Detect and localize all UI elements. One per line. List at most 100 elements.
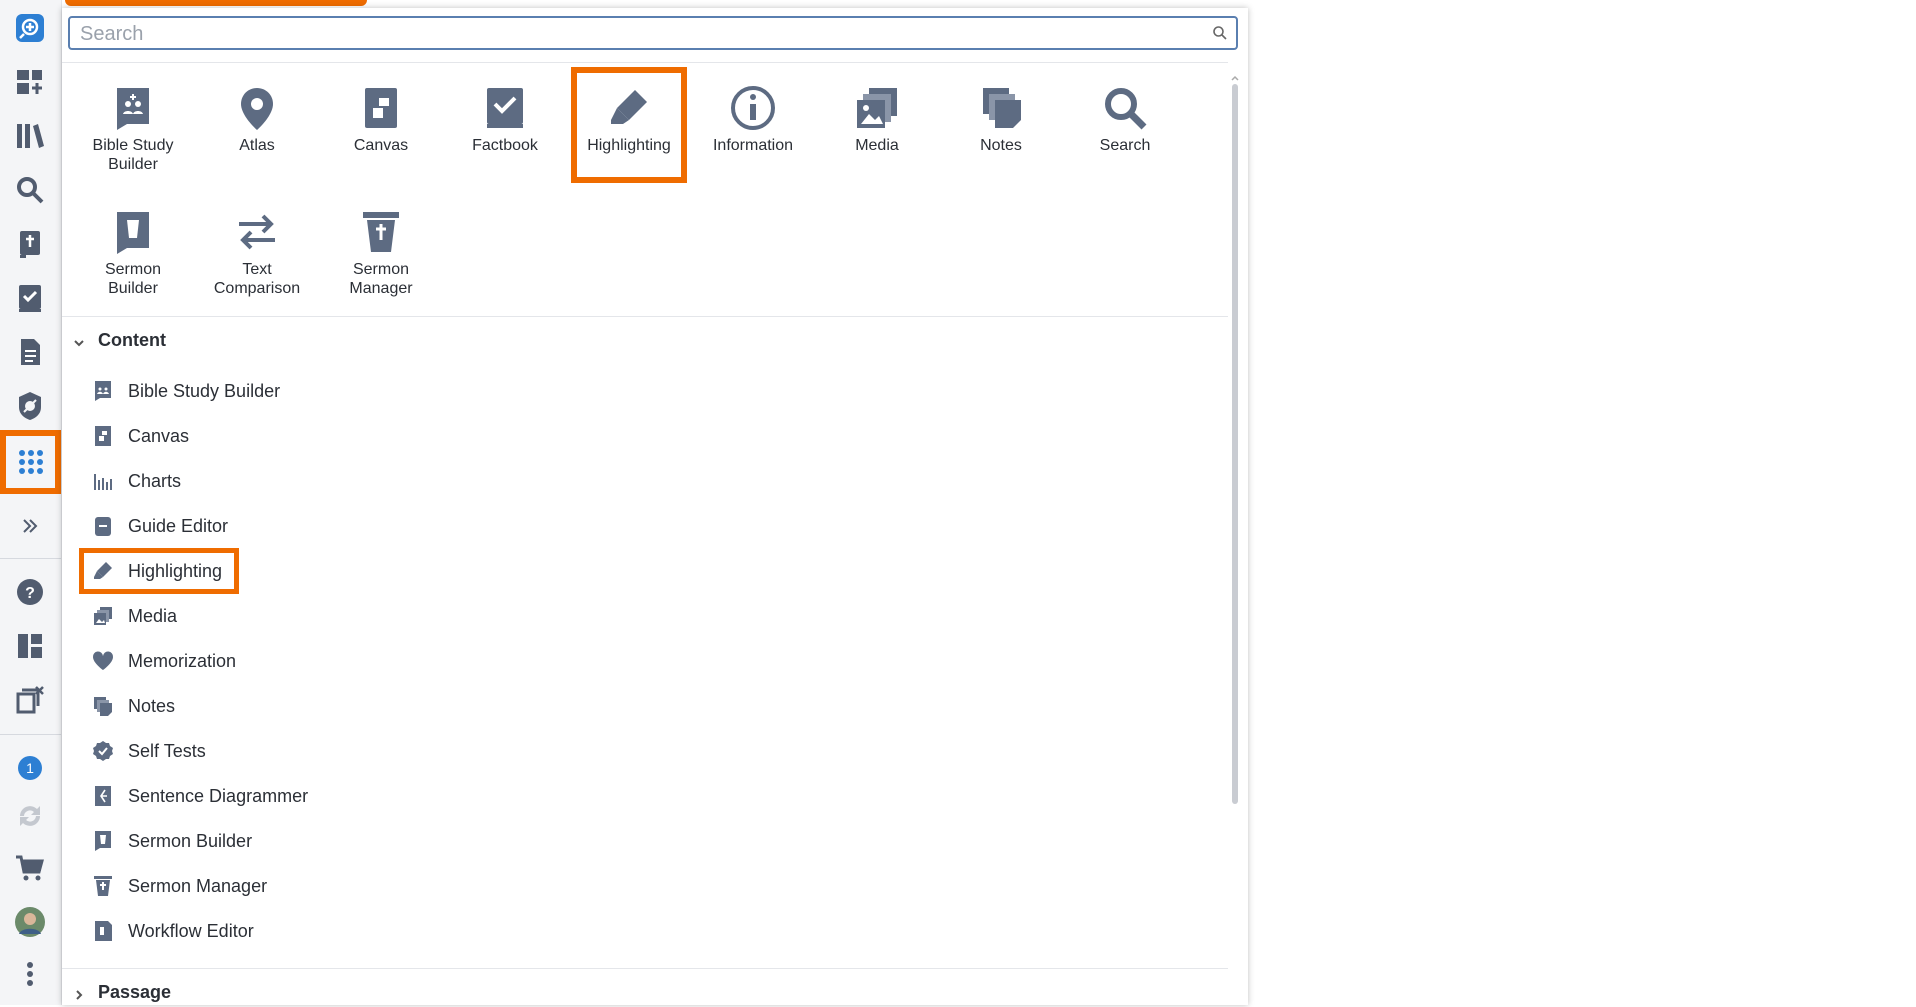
section-content-header[interactable]: Content <box>72 330 166 351</box>
help-icon[interactable]: ? <box>8 570 52 614</box>
tool-notes[interactable]: Notes <box>946 70 1056 180</box>
list-item[interactable]: Sermon Manager <box>92 868 267 904</box>
section-passage-header[interactable]: Passage <box>72 982 171 1003</box>
tool-label: Information <box>712 137 794 154</box>
list-item[interactable]: Notes <box>92 688 175 724</box>
canvas-icon <box>92 425 114 447</box>
cart-icon[interactable] <box>8 846 52 890</box>
add-layout-icon[interactable] <box>8 60 52 104</box>
checklist-icon[interactable] <box>8 276 52 320</box>
list-item[interactable]: Charts <box>92 463 181 499</box>
notes-icon <box>977 84 1025 132</box>
chevron-up-icon[interactable] <box>1230 70 1240 81</box>
tool-label: Canvas <box>353 137 409 154</box>
divider <box>62 316 1228 317</box>
sermon-builder-icon <box>92 830 114 852</box>
list-item-label: Sermon Builder <box>128 830 253 851</box>
highlighter-icon <box>605 84 653 132</box>
list-item-label: Charts <box>128 470 182 491</box>
tool-label: Sermon Manager <box>349 261 413 297</box>
close-panels-icon[interactable] <box>8 678 52 722</box>
search-icon[interactable] <box>8 168 52 212</box>
tool-label: Text Comparison <box>213 261 301 297</box>
search-input[interactable] <box>78 22 1202 46</box>
search-box[interactable] <box>68 16 1238 50</box>
self-tests-icon <box>92 740 114 762</box>
expand-icon[interactable] <box>8 504 52 548</box>
list-item[interactable]: Bible Study Builder <box>92 373 280 409</box>
list-item[interactable]: Canvas <box>92 418 189 454</box>
more-icon[interactable] <box>8 952 52 996</box>
text-comparison-icon <box>233 208 281 256</box>
canvas-icon <box>357 84 405 132</box>
list-item[interactable]: Sentence Diagrammer <box>92 778 308 814</box>
list-item-label: Notes <box>128 695 176 716</box>
bible-study-builder-icon <box>109 84 157 132</box>
shield-icon[interactable] <box>8 384 52 428</box>
tool-media[interactable]: Media <box>822 70 932 180</box>
list-item-label: Workflow Editor <box>128 920 254 941</box>
tool-information[interactable]: Information <box>698 70 808 180</box>
guide-editor-icon <box>92 515 114 537</box>
search-icon[interactable] <box>1212 25 1228 41</box>
bible-icon[interactable] <box>8 222 52 266</box>
tool-sermon-manager[interactable]: Sermon Manager <box>326 194 436 304</box>
apps-grid-icon[interactable] <box>0 430 61 494</box>
library-icon[interactable] <box>8 114 52 158</box>
tool-atlas[interactable]: Atlas <box>202 70 312 180</box>
tool-label: Media <box>855 137 899 154</box>
chevron-right-icon <box>72 986 86 1000</box>
list-item[interactable]: Guide Editor <box>92 508 228 544</box>
logo-icon[interactable] <box>8 6 52 50</box>
tool-label: Sermon Builder <box>104 261 162 297</box>
tool-search[interactable]: Search <box>1070 70 1180 180</box>
list-item[interactable]: Sermon Builder <box>92 823 252 859</box>
divider <box>62 968 1228 969</box>
section-title: Content <box>98 330 166 350</box>
tool-label: Factbook <box>472 137 538 154</box>
document-icon[interactable] <box>8 330 52 374</box>
information-icon <box>729 84 777 132</box>
sync-icon[interactable] <box>8 794 52 838</box>
section-title: Passage <box>98 982 172 1002</box>
atlas-icon <box>233 84 281 132</box>
tool-label: Atlas <box>239 137 275 154</box>
list-item-label: Memorization <box>128 650 237 671</box>
notification-count: 1 <box>26 760 34 776</box>
list-item[interactable]: Workflow Editor <box>92 913 254 949</box>
tool-highlighting[interactable]: Highlighting <box>571 67 687 183</box>
scrollbar[interactable] <box>1230 70 1240 810</box>
divider <box>62 62 1228 63</box>
tool-factbook[interactable]: Factbook <box>450 70 560 180</box>
tool-label: Bible Study Builder <box>92 137 174 173</box>
active-tab-indicator <box>65 0 367 6</box>
tool-text-comparison[interactable]: Text Comparison <box>202 194 312 304</box>
avatar[interactable] <box>8 900 52 944</box>
heart-icon <box>92 650 114 672</box>
scroll-thumb[interactable] <box>1232 84 1238 804</box>
highlighter-icon <box>92 560 114 582</box>
layouts-icon[interactable] <box>8 624 52 668</box>
list-item[interactable]: Memorization <box>92 643 236 679</box>
tool-canvas[interactable]: Canvas <box>326 70 436 180</box>
list-item-label: Guide Editor <box>128 515 229 536</box>
notification-icon[interactable]: 1 <box>8 746 52 790</box>
tool-label: Highlighting <box>587 137 671 154</box>
sermon-manager-icon <box>357 208 405 256</box>
tool-bible-study-builder[interactable]: Bible Study Builder <box>78 70 188 180</box>
tool-sermon-builder[interactable]: Sermon Builder <box>78 194 188 304</box>
list-item-label: Bible Study Builder <box>128 380 281 401</box>
tool-label: Search <box>1099 137 1151 154</box>
list-item-label: Media <box>128 605 178 626</box>
factbook-icon <box>481 84 529 132</box>
sentence-diagrammer-icon <box>92 785 114 807</box>
rail-divider <box>0 734 61 735</box>
list-item-label: Highlighting <box>128 560 223 581</box>
list-item-label: Sentence Diagrammer <box>128 785 309 806</box>
tool-label: Notes <box>980 137 1022 154</box>
list-item[interactable]: Self Tests <box>92 733 206 769</box>
list-item[interactable]: Highlighting <box>78 548 240 594</box>
notes-icon <box>92 695 114 717</box>
list-item[interactable]: Media <box>92 598 177 634</box>
workflow-editor-icon <box>92 920 114 942</box>
